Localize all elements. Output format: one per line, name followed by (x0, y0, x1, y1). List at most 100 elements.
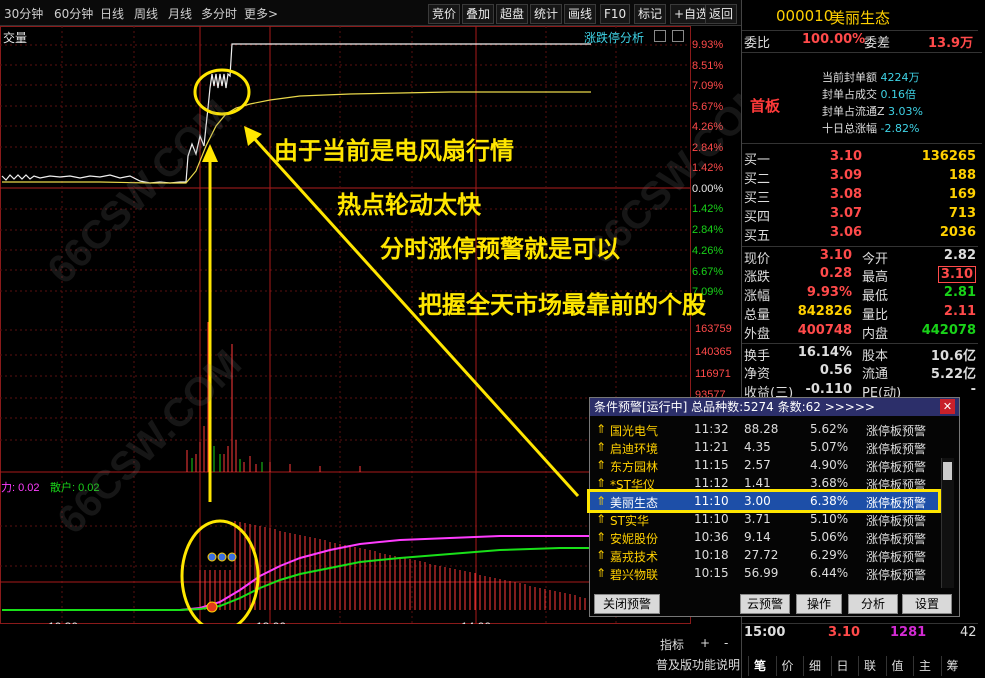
alert-scrollbar[interactable] (941, 458, 954, 588)
period-weekly[interactable]: 周线 (134, 5, 158, 22)
alert-percent: 5.07% (810, 440, 849, 454)
condition-alert-window[interactable]: 条件预警[运行中] 总品种数:5274 条数:62 >>>>> ✕ ⇑ 国光电气 1… (587, 397, 960, 617)
alert-stock-name: 安妮股份 (610, 532, 659, 546)
alert-percent: 6.38% (810, 494, 849, 508)
alert-type: 涨停板预警 (866, 424, 927, 438)
f10-button[interactable]: F10 (600, 4, 631, 24)
mark-button[interactable]: 标记 (634, 4, 667, 24)
alert-time: 10:18 (694, 548, 729, 562)
alert-stock-name: *ST华仪 (610, 478, 655, 492)
period-multi-intraday[interactable]: 多分时 (201, 5, 237, 22)
limit-analysis-label[interactable]: 涨跌停分析 (584, 29, 644, 46)
bid-row[interactable]: 买四 3.07 713 (742, 205, 978, 225)
alert-up-icon: ⇑ (596, 530, 607, 544)
alert-up-icon: ⇑ (596, 566, 607, 580)
bid-label: 买五 (744, 229, 771, 244)
alert-type: 涨停板预警 (866, 550, 927, 564)
minimize-icon[interactable] (654, 30, 666, 42)
quote-tab[interactable]: 值 (885, 656, 909, 676)
alert-title-bar[interactable]: 条件预警[运行中] 总品种数:5274 条数:62 >>>>> ✕ (590, 398, 959, 416)
alert-row[interactable]: ⇑ ST实华 11:10 3.71 5.10% 涨停板预警 (590, 510, 938, 528)
seal-info: 首板 当前封单额 4224万 封单占成交 0.16倍 封单占流通Z 3.03% 十日总… (742, 52, 982, 144)
alert-time: 11:10 (694, 494, 729, 508)
alert-up-icon: ⇑ (596, 458, 607, 472)
scrollbar-thumb[interactable] (943, 462, 952, 480)
quote-tab[interactable]: 价 (775, 656, 799, 676)
overlay-button[interactable]: 叠加 (462, 4, 495, 24)
bid-row[interactable]: 买二 3.09 188 (742, 167, 978, 187)
seal-info-value: 4224万 (880, 71, 920, 84)
price-axis-tick: 5.67% (692, 101, 724, 113)
alert-price: 3.00 (744, 494, 771, 508)
quote-value: 2.81 (943, 285, 976, 300)
alert-row[interactable]: ⇑ 碧兴物联 10:15 56.99 6.44% 涨停板预警 (590, 564, 938, 582)
draw-line-button[interactable]: 画线 (564, 4, 597, 24)
indicator-button[interactable]: 指标 (660, 636, 684, 653)
quote-tab[interactable]: 联 (858, 656, 881, 676)
seal-info-label: 十日总涨幅 (822, 122, 877, 135)
quote-label: 涨幅 (744, 289, 771, 304)
bid-row[interactable]: 买三 3.08 169 (742, 186, 978, 206)
alert-row[interactable]: ⇑ *ST华仪 11:12 1.41 3.68% 涨停板预警 (590, 474, 938, 492)
price-axis-tick: 7.09% (692, 80, 724, 92)
seal-info-row: 封单占流通Z 3.03% (822, 103, 923, 119)
bid-price: 3.10 (830, 149, 863, 164)
last-trade-price: 3.10 (828, 625, 861, 640)
alert-row[interactable]: ⇑ 启迪环境 11:21 4.35 5.07% 涨停板预警 (590, 438, 938, 456)
period-more[interactable]: 更多> (244, 5, 278, 22)
alert-row[interactable]: ⇑ 安妮股份 10:36 9.14 5.06% 涨停板预警 (590, 528, 938, 546)
alert-up-icon: ⇑ (596, 548, 607, 562)
auction-button[interactable]: 竞价 (428, 4, 461, 24)
bid-row[interactable]: 买一 3.10 136265 (742, 148, 978, 168)
quote-tab[interactable]: 细 (803, 656, 826, 676)
zoom-out-button[interactable]: - (724, 636, 728, 650)
period-daily[interactable]: 日线 (100, 5, 124, 22)
stats-row: 净资 0.56 流通 5.22亿 (742, 362, 978, 382)
operation-button[interactable]: 操作 (796, 594, 842, 614)
close-alert-button[interactable]: 关闭预警 (594, 594, 660, 614)
back-button[interactable]: 返回 (705, 4, 738, 24)
period-60min[interactable]: 60分钟 (54, 5, 93, 22)
bid-price: 3.09 (830, 168, 863, 183)
quote-label: 最低 (862, 289, 889, 304)
quote-row: 总量 842826 量比 2.11 (742, 303, 978, 323)
quote-tab[interactable]: 日 (830, 656, 854, 676)
quote-row: 外盘 400748 内盘 442078 (742, 322, 978, 342)
quote-label: 量比 (862, 308, 889, 323)
bid-row[interactable]: 买五 3.06 2036 (742, 224, 978, 244)
stats-value: -0.110 (805, 382, 852, 397)
settings-button[interactable]: 设置 (902, 594, 952, 614)
stats-button[interactable]: 统计 (530, 4, 563, 24)
alert-stock-name: 启迪环境 (610, 442, 659, 456)
analysis-button[interactable]: 分析 (848, 594, 898, 614)
alert-row[interactable]: ⇑ 国光电气 11:32 88.28 5.62% 涨停板预警 (590, 420, 938, 438)
quote-tab[interactable]: 笔 (748, 656, 771, 676)
period-monthly[interactable]: 月线 (168, 5, 192, 22)
alert-stock-name: ST实华 (610, 514, 649, 528)
quote-value: 0.28 (819, 266, 852, 281)
bid-label: 买二 (744, 172, 771, 187)
alert-row[interactable]: ⇑ 东方园林 11:15 2.57 4.90% 涨停板预警 (590, 456, 938, 474)
seal-info-label: 封单占成交 (822, 88, 877, 101)
quote-tab[interactable]: 筹 (940, 656, 964, 676)
alert-time: 11:10 (694, 512, 729, 526)
price-axis-tick: 0.00% (692, 183, 724, 195)
alert-time: 11:32 (694, 422, 729, 436)
weicha-value: 13.9万 (928, 36, 974, 51)
bid-price: 3.06 (830, 225, 863, 240)
alert-row[interactable]: ⇑ 嘉戎技术 10:18 27.72 6.29% 涨停板预警 (590, 546, 938, 564)
alert-percent: 5.62% (810, 422, 849, 436)
alert-stock-name: 东方园林 (610, 460, 659, 474)
stats-label: 流通 (862, 367, 889, 382)
period-30min[interactable]: 30分钟 (4, 5, 43, 22)
close-icon[interactable]: ✕ (940, 399, 955, 414)
quote-tab[interactable]: 主 (913, 656, 936, 676)
price-axis-tick: 1.42% (692, 203, 724, 215)
alert-row-selected[interactable]: ⇑ 美丽生态 11:10 3.00 6.38% 涨停板预警 (587, 489, 941, 513)
retail-label: 散户: 0.02 (50, 482, 100, 494)
zoom-in-button[interactable]: + (700, 636, 710, 650)
super-button[interactable]: 超盘 (496, 4, 529, 24)
maximize-icon[interactable] (672, 30, 684, 42)
help-link[interactable]: 普及版功能说明 (656, 656, 740, 673)
cloud-alert-button[interactable]: 云预警 (740, 594, 790, 614)
